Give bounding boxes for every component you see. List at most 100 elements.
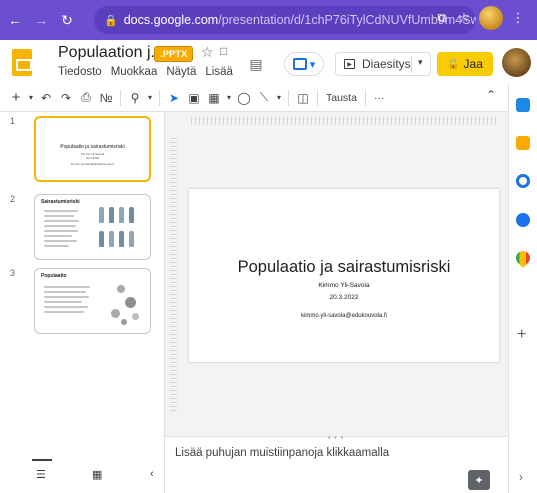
undo-icon[interactable]: ↶ [36,88,56,108]
vertical-ruler [170,138,177,412]
thumb-text-line [44,210,78,212]
keep-icon[interactable] [516,136,530,150]
contacts-icon[interactable] [516,213,530,227]
thumb-text-line [44,245,69,247]
slide-email[interactable]: kimmo.yli-savola@edukouvola.fi [189,313,499,319]
collapse-toolbar-chevron-icon[interactable]: ⌃ [486,88,496,102]
notes-placeholder[interactable]: Lisää puhujan muistiinpanoja klikkaamall… [175,447,389,459]
thumb-text-line [44,240,77,242]
zoom-chevron-icon[interactable]: ▾ [145,93,155,102]
shape-icon[interactable]: ◯ [234,88,254,108]
resize-handle[interactable]: • • • [328,435,344,442]
current-slide[interactable]: Populaatio ja sairastumisriski Kimmo Yli… [189,189,499,362]
person-figure-icon [99,231,104,247]
more-options-icon[interactable]: ··· [374,92,385,104]
slide-thumbnail-3[interactable]: Populaatio [34,268,151,334]
thumb-title: Populaatio [41,273,67,279]
slide-filmstrip: 1 Populaatio ja sairastumisriski Kimmo Y… [0,112,165,457]
url-host: docs.google.com [123,13,219,27]
redo-icon[interactable]: ↷ [56,88,76,108]
comments-icon[interactable]: ▤ [244,54,268,74]
grid-view-icon[interactable]: ▦ [92,468,102,481]
menu-view[interactable]: Näytä [166,66,196,78]
molecule-node-icon [111,309,120,318]
share-button[interactable]: 🔒 Jaa [437,52,493,76]
button-divider [411,56,412,73]
line-chevron-icon[interactable]: ▾ [274,93,284,102]
explore-icon[interactable]: ✦ [468,470,490,490]
zoom-icon[interactable]: ⚲ [125,88,145,108]
thumb-text-line [44,301,82,303]
text-box-icon[interactable]: ▣ [184,88,204,108]
forward-arrow-icon[interactable]: → [30,9,52,31]
expand-panel-chevron-icon[interactable]: › [519,470,523,484]
menu-bar: Tiedosto Muokkaa Näytä Lisää [58,66,242,78]
app-header: Populaation j... .PPTX ☆ □ Tiedosto Muok… [0,40,537,84]
menu-file[interactable]: Tiedosto [58,66,102,78]
slide-author[interactable]: Kimmo Yli-Savola [189,282,499,289]
filmstrip-view-icon[interactable]: ☰ [36,468,46,481]
menu-insert[interactable]: Lisää [205,66,233,78]
account-avatar[interactable] [502,48,531,77]
image-icon[interactable]: ▦ [204,88,224,108]
image-chevron-icon[interactable]: ▾ [224,93,234,102]
speaker-notes[interactable]: • • • Lisää puhujan muistiinpanoja klikk… [165,435,508,493]
slideshow-options-chevron-icon[interactable]: ▾ [418,57,423,68]
maps-icon[interactable] [513,248,533,268]
horizontal-ruler [191,117,498,125]
thumb-text-line [44,230,78,232]
new-slide-icon[interactable]: + [6,88,26,108]
slide-date[interactable]: 20.3.2022 [189,294,499,301]
slide-thumbnail-1[interactable]: Populaatio ja sairastumisriski Kimmo Yli… [34,116,151,182]
toolbar-divider [159,89,160,106]
molecule-node-icon [117,285,125,293]
star-icon[interactable]: ☆ [201,44,214,61]
browser-menu-icon[interactable]: ⋮ [507,7,529,29]
slides-icon[interactable] [516,98,530,112]
document-title[interactable]: Populaation j... [58,44,164,62]
play-icon: ▶ [344,59,355,69]
slide-title[interactable]: Populaatio ja sairastumisriski [189,258,499,277]
slideshow-label: Diaesitys [362,57,411,71]
thumb-text-line [44,296,89,298]
paint-format-icon[interactable]: № [96,88,116,108]
app-root: ← → ↻ 🔒 docs.google.com/presentation/d/1… [0,0,537,493]
slideshow-button[interactable]: ▶ Diaesitys ▾ [335,52,431,76]
person-figure-icon [119,231,124,247]
browser-toolbar: ← → ↻ 🔒 docs.google.com/presentation/d/1… [0,0,537,40]
print-icon[interactable]: ⎙ [76,88,96,108]
slide-thumbnail-2[interactable]: Sairastumisriski [34,194,151,260]
bookmark-star-icon[interactable]: ☆ [453,7,475,29]
address-bar[interactable]: 🔒 docs.google.com/presentation/d/1chP76i… [94,6,476,34]
background-button[interactable]: Tausta [326,92,357,104]
present-mode-button[interactable]: ▾ [284,52,324,76]
molecule-node-icon [125,297,136,308]
share-label: Jaa [463,57,483,71]
collapse-panel-chevron-icon[interactable]: ‹ [150,468,154,480]
menu-edit[interactable]: Muokkaa [111,66,158,78]
slides-logo-icon[interactable] [12,49,32,76]
reload-icon[interactable]: ↻ [56,9,78,31]
filmstrip-footer: ☰ ▦ ‹ [0,457,165,493]
browser-profile-avatar[interactable] [479,6,503,30]
line-icon[interactable]: ⟍ [254,88,274,108]
move-folder-icon[interactable]: □ [220,44,227,58]
add-addon-icon[interactable]: + [517,326,526,344]
back-arrow-icon[interactable]: ← [4,9,26,31]
slide-number: 1 [10,116,16,126]
share-page-icon[interactable]: ⧉ [431,7,453,29]
editing-toolbar: + ▾ ↶ ↷ ⎙ № ⚲ ▾ ➤ ▣ ▦ ▾ ◯ ⟍ ▾ ◫ Tausta ·… [0,84,508,112]
molecule-node-icon [132,313,139,320]
person-figure-icon [129,207,134,223]
thumb-title: Sairastumisriski [41,199,80,205]
select-cursor-icon[interactable]: ➤ [164,88,184,108]
lock-icon: 🔒 [447,58,460,70]
thumb-text-line [44,286,90,288]
person-figure-icon [109,207,114,223]
toolbar-divider [364,89,366,106]
comment-add-icon[interactable]: ◫ [293,88,313,108]
thumb-title: Populaatio ja sairastumisriski [60,144,125,150]
tasks-icon[interactable] [516,174,530,188]
new-slide-chevron-icon[interactable]: ▾ [26,93,36,102]
person-figure-icon [109,231,114,247]
